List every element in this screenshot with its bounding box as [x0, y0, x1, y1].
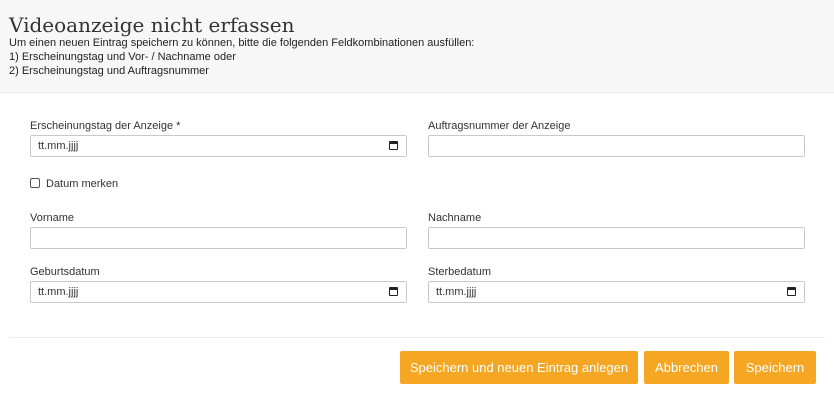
- vorname-label: Vorname: [30, 212, 75, 224]
- footer-divider: [9, 337, 825, 338]
- save-button[interactable]: Speichern: [734, 351, 816, 384]
- vorname-input[interactable]: [30, 227, 407, 249]
- sterbedatum-date-input[interactable]: tt.mm.jjjj: [428, 281, 805, 303]
- sterbedatum-placeholder: tt.mm.jjjj: [436, 286, 477, 298]
- calendar-icon[interactable]: [787, 287, 796, 296]
- erscheinungstag-date-input[interactable]: tt.mm.jjjj: [30, 135, 407, 157]
- instruction-option-1: 1) Erscheinungstag und Vor- / Nachname o…: [9, 51, 236, 63]
- geburtsdatum-date-input[interactable]: tt.mm.jjjj: [30, 281, 407, 303]
- datum-merken-checkbox[interactable]: [30, 178, 40, 188]
- calendar-icon[interactable]: [389, 287, 398, 296]
- auftragsnummer-label: Auftragsnummer der Anzeige: [428, 120, 571, 132]
- instruction-option-2: 2) Erscheinungstag und Auftragsnummer: [9, 65, 209, 77]
- save-and-new-button[interactable]: Speichern und neuen Eintrag anlegen: [400, 351, 638, 384]
- instruction-text: Um einen neuen Eintrag speichern zu könn…: [9, 37, 475, 49]
- erscheinungstag-placeholder: tt.mm.jjjj: [38, 140, 79, 152]
- datum-merken-label[interactable]: Datum merken: [46, 178, 118, 190]
- cancel-button[interactable]: Abbrechen: [644, 351, 729, 384]
- geburtsdatum-label: Geburtsdatum: [30, 266, 100, 278]
- nachname-input[interactable]: [428, 227, 805, 249]
- page-title: Videoanzeige nicht erfassen: [9, 13, 295, 37]
- geburtsdatum-placeholder: tt.mm.jjjj: [38, 286, 79, 298]
- erscheinungstag-label: Erscheinungstag der Anzeige *: [30, 120, 181, 132]
- nachname-label: Nachname: [428, 212, 482, 224]
- sterbedatum-label: Sterbedatum: [428, 266, 491, 278]
- page-header: Videoanzeige nicht erfassen Um einen neu…: [0, 0, 834, 93]
- calendar-icon[interactable]: [389, 141, 398, 150]
- auftragsnummer-input[interactable]: [428, 135, 805, 157]
